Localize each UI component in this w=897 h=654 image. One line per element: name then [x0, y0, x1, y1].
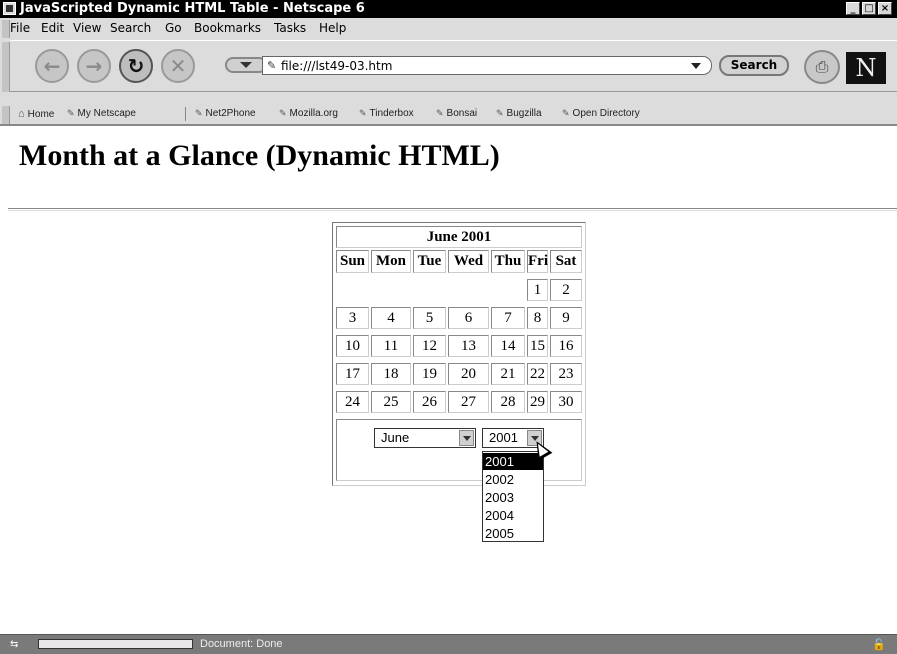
status-text: Document: Done — [200, 638, 283, 650]
page-icon: ✎ — [267, 59, 277, 72]
url-field[interactable]: ✎ file:///lst49-03.htm — [262, 56, 712, 75]
day-header-thu: Thu — [491, 250, 525, 273]
day-cell: 30 — [550, 391, 582, 413]
day-cell: 21 — [491, 363, 525, 385]
day-cell: 11 — [371, 335, 411, 357]
day-cell: 16 — [550, 335, 582, 357]
lock-icon[interactable]: 🔓 — [872, 638, 886, 651]
connection-icon: ⇆ — [10, 639, 19, 650]
day-cell: 12 — [413, 335, 446, 357]
page-content: Month at a Glance (Dynamic HTML) June 20… — [0, 126, 897, 634]
day-header-sat: Sat — [550, 250, 582, 273]
personalbar-grip[interactable] — [2, 106, 10, 124]
day-cell: 4 — [371, 307, 411, 329]
day-cell: 10 — [336, 335, 369, 357]
menu-file[interactable]: File — [10, 21, 30, 35]
day-cell: 22 — [527, 363, 548, 385]
day-header-sun: Sun — [336, 250, 369, 273]
day-cell: 3 — [336, 307, 369, 329]
maximize-icon[interactable]: □ — [862, 2, 876, 15]
forward-icon[interactable]: → — [77, 49, 111, 83]
day-cell: 29 — [527, 391, 548, 413]
bookmark-bugzilla[interactable]: Bugzilla — [496, 108, 542, 119]
bookmark-net2phone[interactable]: Net2Phone — [195, 108, 256, 119]
day-cell: 8 — [527, 307, 548, 329]
back-icon[interactable]: ← — [35, 49, 69, 83]
year-dropdown-list: 2001 2002 2003 2004 2005 — [482, 451, 544, 542]
bookmark-bonsai[interactable]: Bonsai — [436, 108, 478, 119]
reload-icon[interactable]: ↻ — [119, 49, 153, 83]
status-bar: ⇆ Document: Done 🔓 — [0, 634, 897, 654]
day-cell: 25 — [371, 391, 411, 413]
year-option[interactable]: 2001 — [483, 453, 543, 470]
menu-help[interactable]: Help — [319, 21, 346, 35]
menubar-grip[interactable] — [2, 20, 10, 38]
close-icon[interactable]: × — [878, 2, 892, 15]
navbar-grip[interactable] — [2, 42, 10, 92]
day-cell: 27 — [448, 391, 489, 413]
day-cell: 19 — [413, 363, 446, 385]
minimize-icon[interactable]: _ — [846, 2, 860, 15]
day-cell: 20 — [448, 363, 489, 385]
netscape-logo[interactable]: N — [846, 52, 886, 84]
year-select-value: 2001 — [489, 430, 518, 445]
year-option[interactable]: 2005 — [483, 525, 543, 542]
day-header-tue: Tue — [413, 250, 446, 273]
calendar-caption: June 2001 — [336, 226, 582, 248]
day-cell: 2 — [550, 279, 582, 301]
print-icon[interactable]: ⎙ — [804, 50, 840, 84]
day-cell: 15 — [527, 335, 548, 357]
month-select-value: June — [381, 430, 410, 445]
month-select[interactable]: June — [374, 428, 476, 448]
url-dropdown-icon[interactable] — [691, 63, 701, 69]
url-text: file:///lst49-03.htm — [281, 59, 393, 73]
menu-bookmarks[interactable]: Bookmarks — [194, 21, 261, 35]
day-cell: 7 — [491, 307, 525, 329]
day-header-fri: Fri — [527, 250, 548, 273]
menu-view[interactable]: View — [73, 21, 101, 35]
bookmark-home[interactable]: Home — [18, 108, 55, 120]
menu-edit[interactable]: Edit — [41, 21, 64, 35]
day-header-mon: Mon — [371, 250, 411, 273]
search-button[interactable]: Search — [719, 55, 789, 76]
title-bar: JavaScripted Dynamic HTML Table - Netsca… — [0, 0, 897, 18]
page-title: Month at a Glance (Dynamic HTML) — [19, 139, 500, 172]
window-title: JavaScripted Dynamic HTML Table - Netsca… — [20, 1, 365, 16]
day-cell: 28 — [491, 391, 525, 413]
bookmark-my-netscape[interactable]: My Netscape — [67, 108, 136, 119]
chevron-down-icon[interactable] — [459, 430, 474, 446]
menu-search[interactable]: Search — [110, 21, 151, 35]
app-icon[interactable] — [3, 2, 16, 15]
menu-tasks[interactable]: Tasks — [274, 21, 306, 35]
horizontal-rule — [8, 208, 897, 211]
day-cell: 18 — [371, 363, 411, 385]
day-cell: 14 — [491, 335, 525, 357]
day-cell: 1 — [527, 279, 548, 301]
day-cell: 26 — [413, 391, 446, 413]
year-option[interactable]: 2004 — [483, 507, 543, 524]
day-cell: 23 — [550, 363, 582, 385]
toolbar-separator — [185, 107, 186, 121]
day-cell: 24 — [336, 391, 369, 413]
year-option[interactable]: 2003 — [483, 489, 543, 506]
menu-go[interactable]: Go — [165, 21, 182, 35]
day-cell: 13 — [448, 335, 489, 357]
bookmark-mozilla[interactable]: Mozilla.org — [279, 108, 338, 119]
day-cell: 9 — [550, 307, 582, 329]
day-header-wed: Wed — [448, 250, 489, 273]
day-cell: 5 — [413, 307, 446, 329]
navigation-toolbar: ← → ↻ ✕ ✎ file:///lst49-03.htm Search ⎙ … — [10, 40, 897, 92]
stop-icon[interactable]: ✕ — [161, 49, 195, 83]
personal-toolbar: Home My Netscape Net2Phone Mozilla.org T… — [10, 104, 897, 124]
progress-bar — [38, 639, 193, 649]
day-cell: 6 — [448, 307, 489, 329]
year-option[interactable]: 2002 — [483, 471, 543, 488]
history-dropdown-button[interactable] — [225, 57, 267, 73]
day-cell: 17 — [336, 363, 369, 385]
bookmark-tinderbox[interactable]: Tinderbox — [359, 108, 414, 119]
bookmark-open-directory[interactable]: Open Directory — [562, 108, 640, 119]
